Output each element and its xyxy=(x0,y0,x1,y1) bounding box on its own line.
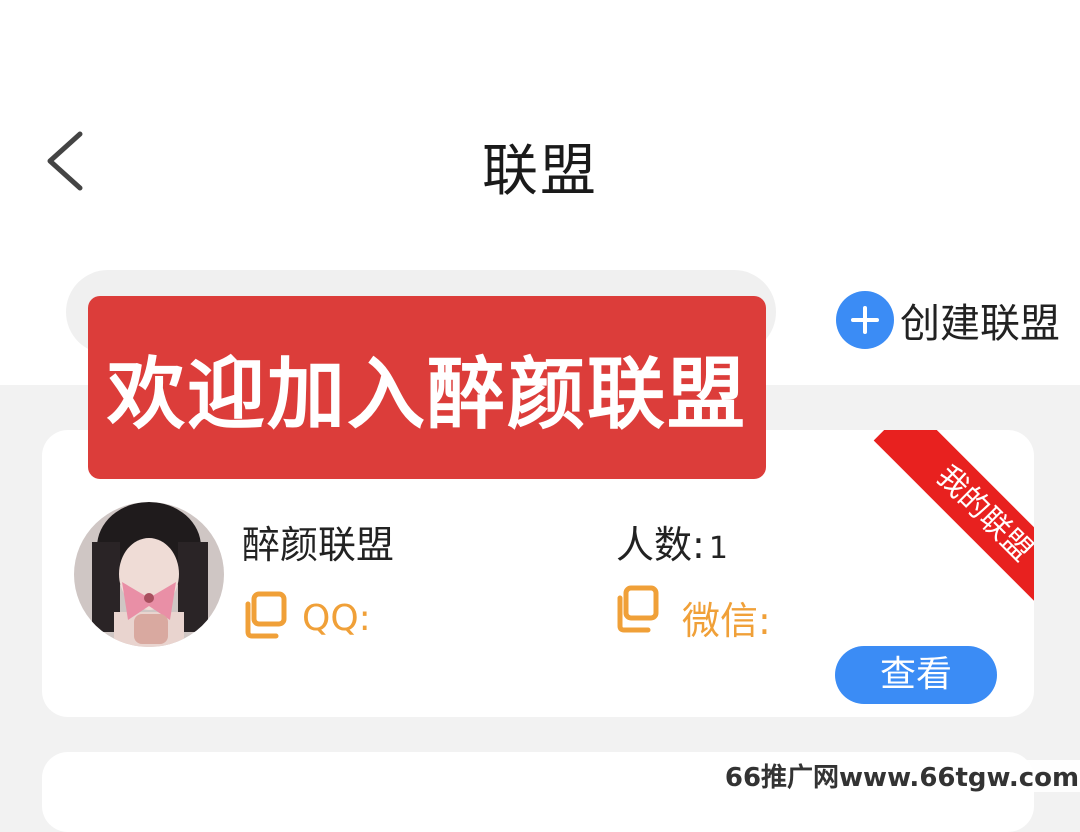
copy-wechat-icon[interactable] xyxy=(612,584,662,634)
welcome-banner: 欢迎加入醉颜联盟 xyxy=(88,296,766,479)
create-alliance-label: 创建联盟 xyxy=(900,301,1060,347)
my-alliance-ribbon: 我的联盟 xyxy=(834,430,1034,630)
site-watermark: 66推广网www.66tgw.com xyxy=(724,760,1080,793)
wechat-label: 微信: xyxy=(682,599,771,643)
view-button[interactable]: 查看 xyxy=(835,646,997,704)
alliance-name: 醉颜联盟 xyxy=(242,523,395,567)
copy-qq-icon[interactable] xyxy=(240,590,290,640)
welcome-banner-text: 欢迎加入醉颜联盟 xyxy=(106,349,747,440)
create-alliance-button[interactable]: 创建联盟 xyxy=(836,288,1060,352)
member-count: 人数: 1 xyxy=(616,514,728,569)
member-count-label: 人数: xyxy=(616,523,705,567)
plus-icon xyxy=(836,291,894,349)
member-count-value: 1 xyxy=(708,531,728,566)
avatar xyxy=(74,502,224,647)
ribbon-label: 我的联盟 xyxy=(873,430,1034,625)
qq-label: QQ: xyxy=(302,598,371,639)
page-title: 联盟 xyxy=(482,139,598,204)
